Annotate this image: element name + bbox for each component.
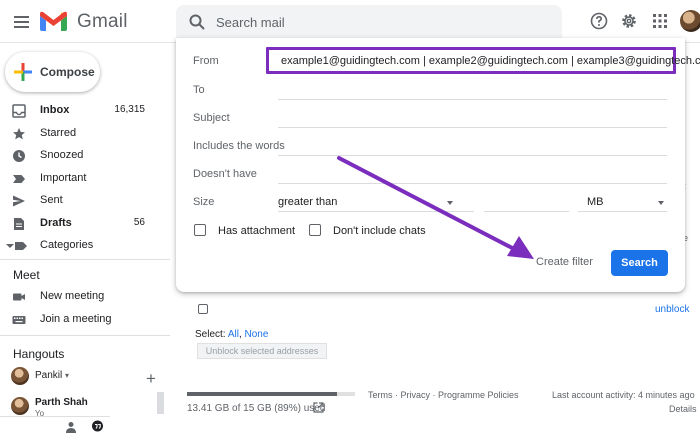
subject-label: Subject xyxy=(193,112,230,124)
details-link[interactable]: Details xyxy=(669,404,697,414)
to-label: To xyxy=(193,84,205,96)
has-attachment-label: Has attachment xyxy=(218,225,296,237)
gmail-logo[interactable] xyxy=(40,11,67,31)
hangouts-bottom-bar xyxy=(0,416,110,435)
search-icon[interactable] xyxy=(188,13,206,31)
divider xyxy=(0,335,170,336)
row-checkbox[interactable] xyxy=(198,304,208,314)
from-input[interactable]: example1@guidingtech.com | example2@guid… xyxy=(281,55,700,67)
sidebar-item-drafts[interactable]: Drafts 56 xyxy=(0,214,170,234)
sidebar-item-label: Snoozed xyxy=(40,149,84,161)
size-value-input[interactable] xyxy=(484,211,569,212)
hangouts-chat-icon[interactable] xyxy=(91,420,104,433)
sidebar-item-categories[interactable]: Categories xyxy=(0,236,170,256)
unblock-selected-button[interactable]: Unblock selected addresses xyxy=(197,343,327,359)
footer-links[interactable]: Terms · Privacy · Programme Policies xyxy=(368,390,519,400)
app-name: Gmail xyxy=(77,11,128,32)
keyboard-icon xyxy=(12,316,26,324)
search-button[interactable]: Search xyxy=(611,250,668,276)
hangouts-section-title: Hangouts xyxy=(13,347,65,361)
includes-words-label: Includes the words xyxy=(193,140,285,152)
doesnt-have-label: Doesn't have xyxy=(193,168,257,180)
star-icon xyxy=(13,128,25,140)
add-chat-icon[interactable]: + xyxy=(146,369,156,389)
compose-button[interactable]: Compose xyxy=(5,52,100,92)
sidebar-item-important[interactable]: Important xyxy=(0,169,170,189)
select-all-link[interactable]: All xyxy=(228,329,239,340)
sidebar-item-label: New meeting xyxy=(40,290,105,302)
apps-icon[interactable] xyxy=(651,12,669,30)
meet-section-title: Meet xyxy=(13,268,40,282)
account-avatar[interactable] xyxy=(680,10,700,32)
sidebar-item-label: Drafts xyxy=(40,217,72,229)
chevron-down-icon[interactable] xyxy=(447,201,453,205)
contact-avatar[interactable] xyxy=(11,397,29,415)
inbox-icon xyxy=(12,104,26,118)
categories-icon xyxy=(15,242,27,250)
compose-label: Compose xyxy=(40,65,95,79)
advanced-search-panel: From example1@guidingtech.com | example2… xyxy=(176,38,700,292)
divider xyxy=(0,259,170,260)
unblock-link[interactable]: unblock xyxy=(655,304,689,315)
from-label: From xyxy=(193,55,219,67)
send-icon xyxy=(13,195,25,207)
dropdown-caret-icon: ▾ xyxy=(65,371,70,380)
video-icon xyxy=(13,293,25,301)
search-bar[interactable]: Search mail xyxy=(176,5,562,39)
clock-icon xyxy=(13,150,25,162)
hangouts-user[interactable]: Pankil ▾ xyxy=(35,370,69,381)
draft-icon xyxy=(14,218,24,230)
to-input[interactable] xyxy=(278,99,667,100)
sidebar-item-starred[interactable]: Starred xyxy=(0,124,170,144)
person-icon[interactable] xyxy=(65,421,77,433)
select-controls: Select: All, None xyxy=(195,329,269,340)
sidebar-scrollbar[interactable] xyxy=(157,392,164,414)
settings-icon[interactable] xyxy=(620,12,638,30)
sidebar-item-label: Important xyxy=(40,172,87,184)
hangouts-user-avatar[interactable] xyxy=(11,367,29,385)
new-meeting-item[interactable]: New meeting xyxy=(0,287,170,307)
sidebar-item-label: Inbox xyxy=(40,104,70,116)
sidebar-item-label: Categories xyxy=(40,239,94,251)
size-operator-select[interactable]: greater than xyxy=(278,196,337,208)
sidebar-item-inbox[interactable]: Inbox 16,315 xyxy=(0,101,170,121)
main-menu-icon[interactable] xyxy=(8,9,34,35)
important-icon xyxy=(13,175,25,183)
sidebar-item-label: Starred xyxy=(40,127,77,139)
subject-input[interactable] xyxy=(278,127,667,128)
sidebar-item-snoozed[interactable]: Snoozed xyxy=(0,146,170,166)
size-unit-select[interactable]: MB xyxy=(587,196,604,208)
doesnt-have-input[interactable] xyxy=(278,183,667,184)
sidebar-item-label: Join a meeting xyxy=(40,313,112,325)
exclude-chats-checkbox[interactable] xyxy=(309,224,321,236)
size-label: Size xyxy=(193,196,215,208)
size-operator-underline xyxy=(278,211,474,212)
from-field[interactable]: example1@guidingtech.com | example2@guid… xyxy=(266,47,700,74)
select-none-link[interactable]: None xyxy=(245,329,269,340)
has-attachment-checkbox[interactable] xyxy=(194,224,206,236)
top-bar: Gmail Search mail xyxy=(0,0,700,43)
join-meeting-item[interactable]: Join a meeting xyxy=(0,310,170,330)
contact-name[interactable]: Parth Shah xyxy=(35,397,88,408)
plus-icon xyxy=(14,63,32,81)
select-prefix: Select: xyxy=(195,329,226,340)
help-icon[interactable] xyxy=(590,12,608,30)
search-input[interactable]: Search mail xyxy=(216,15,285,30)
storage-bar-fill xyxy=(187,392,337,396)
size-unit-underline xyxy=(578,211,667,212)
includes-words-input[interactable] xyxy=(278,155,667,156)
hangouts-user-name: Pankil xyxy=(35,370,63,381)
chevron-down-icon[interactable] xyxy=(658,201,664,205)
external-link-icon[interactable] xyxy=(313,402,324,413)
last-activity: Last account activity: 4 minutes ago xyxy=(552,390,695,400)
draft-count: 56 xyxy=(133,217,145,228)
sidebar-item-label: Sent xyxy=(40,194,63,206)
exclude-chats-label: Don't include chats xyxy=(333,225,426,237)
storage-text: 13.41 GB of 15 GB (89%) used xyxy=(187,403,326,414)
create-filter-button[interactable]: Create filter xyxy=(536,256,593,268)
storage-bar xyxy=(187,392,355,396)
sidebar-item-sent[interactable]: Sent xyxy=(0,191,170,211)
unread-count: 16,315 xyxy=(114,104,145,115)
